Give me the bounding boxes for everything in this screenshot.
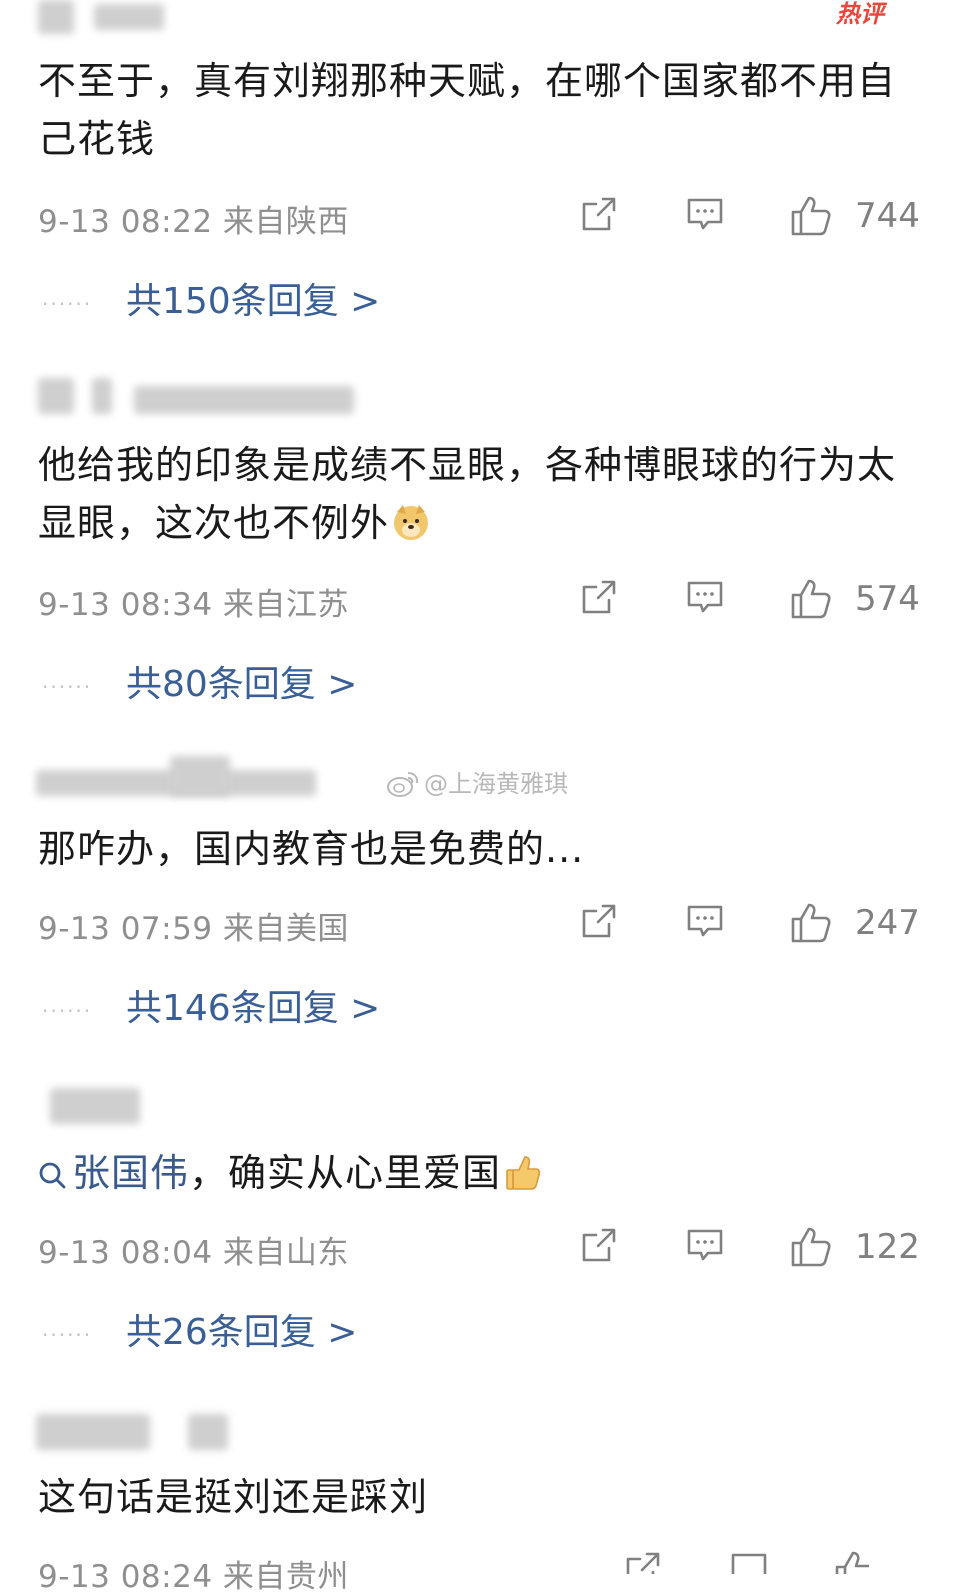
comment-icon (731, 1553, 767, 1574)
share-button[interactable] (579, 1225, 619, 1273)
share-button[interactable] (579, 577, 619, 625)
doge-emoji-icon (394, 505, 429, 540)
view-replies-link[interactable]: 共150条回复 > (126, 272, 380, 324)
comment-meta: 9-13 08:34 来自江苏 (38, 587, 349, 623)
user-info-blurred[interactable] (36, 1088, 456, 1128)
user-info-blurred[interactable] (36, 0, 456, 40)
like-button[interactable]: 122 (789, 1225, 920, 1273)
search-icon (39, 1162, 66, 1189)
like-button[interactable]: 574 (789, 577, 920, 625)
reply-dots: ...... (42, 669, 93, 693)
comment-actions: 744 (575, 194, 920, 242)
user-info-blurred[interactable] (36, 378, 456, 418)
comment-icon (687, 198, 723, 230)
user-info-blurred[interactable] (36, 1414, 456, 1454)
view-replies-link[interactable]: 共26条回复 > (126, 1303, 357, 1355)
like-count: 744 (855, 196, 920, 236)
like-button[interactable]: 744 (789, 194, 920, 242)
like-count: 574 (855, 579, 920, 619)
share-icon (582, 904, 616, 938)
share-icon (582, 580, 616, 614)
comment-text-body: ，确实从心里爱国 (189, 1151, 502, 1195)
comment-button[interactable] (685, 901, 725, 949)
search-link[interactable]: 张国伟 (38, 1151, 189, 1195)
comment-icon (687, 905, 723, 937)
comment-actions: 574 (575, 577, 920, 625)
search-term: 张国伟 (72, 1151, 190, 1195)
share-icon (582, 1228, 616, 1262)
comment-meta: 9-13 08:22 来自陕西 (38, 204, 349, 240)
comment-button[interactable] (685, 194, 725, 242)
like-count: 247 (855, 903, 920, 943)
reply-dots: ...... (42, 1317, 93, 1341)
comment-actions: 247 (575, 901, 920, 949)
thumbs-up-icon (835, 1551, 869, 1574)
comment-text: 这句话是挺刘还是踩刘 (38, 1475, 429, 1519)
comment-icon (687, 1229, 723, 1261)
view-replies-link[interactable]: 共146条回复 > (126, 979, 380, 1031)
thumbs-up-icon (791, 1227, 831, 1267)
thumbs-up-emoji-icon (506, 1156, 541, 1190)
thumbs-up-icon (791, 579, 831, 619)
thumbs-up-icon (791, 196, 831, 236)
comment-button[interactable] (685, 1225, 725, 1273)
share-button[interactable] (579, 194, 619, 242)
like-count: 122 (855, 1227, 920, 1267)
comment-text: 他给我的印象是成绩不显眼，各种博眼球的行为太显眼，这次也不例外 (38, 436, 898, 552)
share-icon (582, 197, 616, 231)
thumbs-up-icon (791, 903, 831, 943)
share-button[interactable] (579, 901, 619, 949)
share-icon (626, 1552, 660, 1574)
like-button[interactable]: 247 (789, 901, 920, 949)
reply-dots: ...... (42, 993, 93, 1017)
comment-icon (687, 581, 723, 613)
view-replies-link[interactable]: 共80条回复 > (126, 655, 357, 707)
comment-actions (575, 1549, 920, 1574)
user-info-blurred[interactable] (36, 756, 456, 796)
comment-text: 张国伟，确实从心里爱国 (38, 1144, 898, 1202)
like-button[interactable] (833, 1549, 877, 1574)
share-button[interactable] (623, 1549, 663, 1574)
hot-comment-badge: 热评 (836, 0, 884, 28)
reply-dots: ...... (42, 286, 93, 310)
comment-text-body: 他给我的印象是成绩不显眼，各种博眼球的行为太显眼，这次也不例外 (38, 443, 897, 545)
comment-button[interactable] (729, 1549, 769, 1574)
comment-actions: 122 (575, 1225, 920, 1273)
comment-meta: 9-13 07:59 来自美国 (38, 911, 349, 947)
comment-meta: 9-13 08:04 来自山东 (38, 1235, 349, 1271)
comment-text: 不至于，真有刘翔那种天赋，在哪个国家都不用自己花钱 (38, 59, 897, 161)
comment-button[interactable] (685, 577, 725, 625)
comment-text: 那咋办，国内教育也是免费的... (38, 827, 585, 871)
